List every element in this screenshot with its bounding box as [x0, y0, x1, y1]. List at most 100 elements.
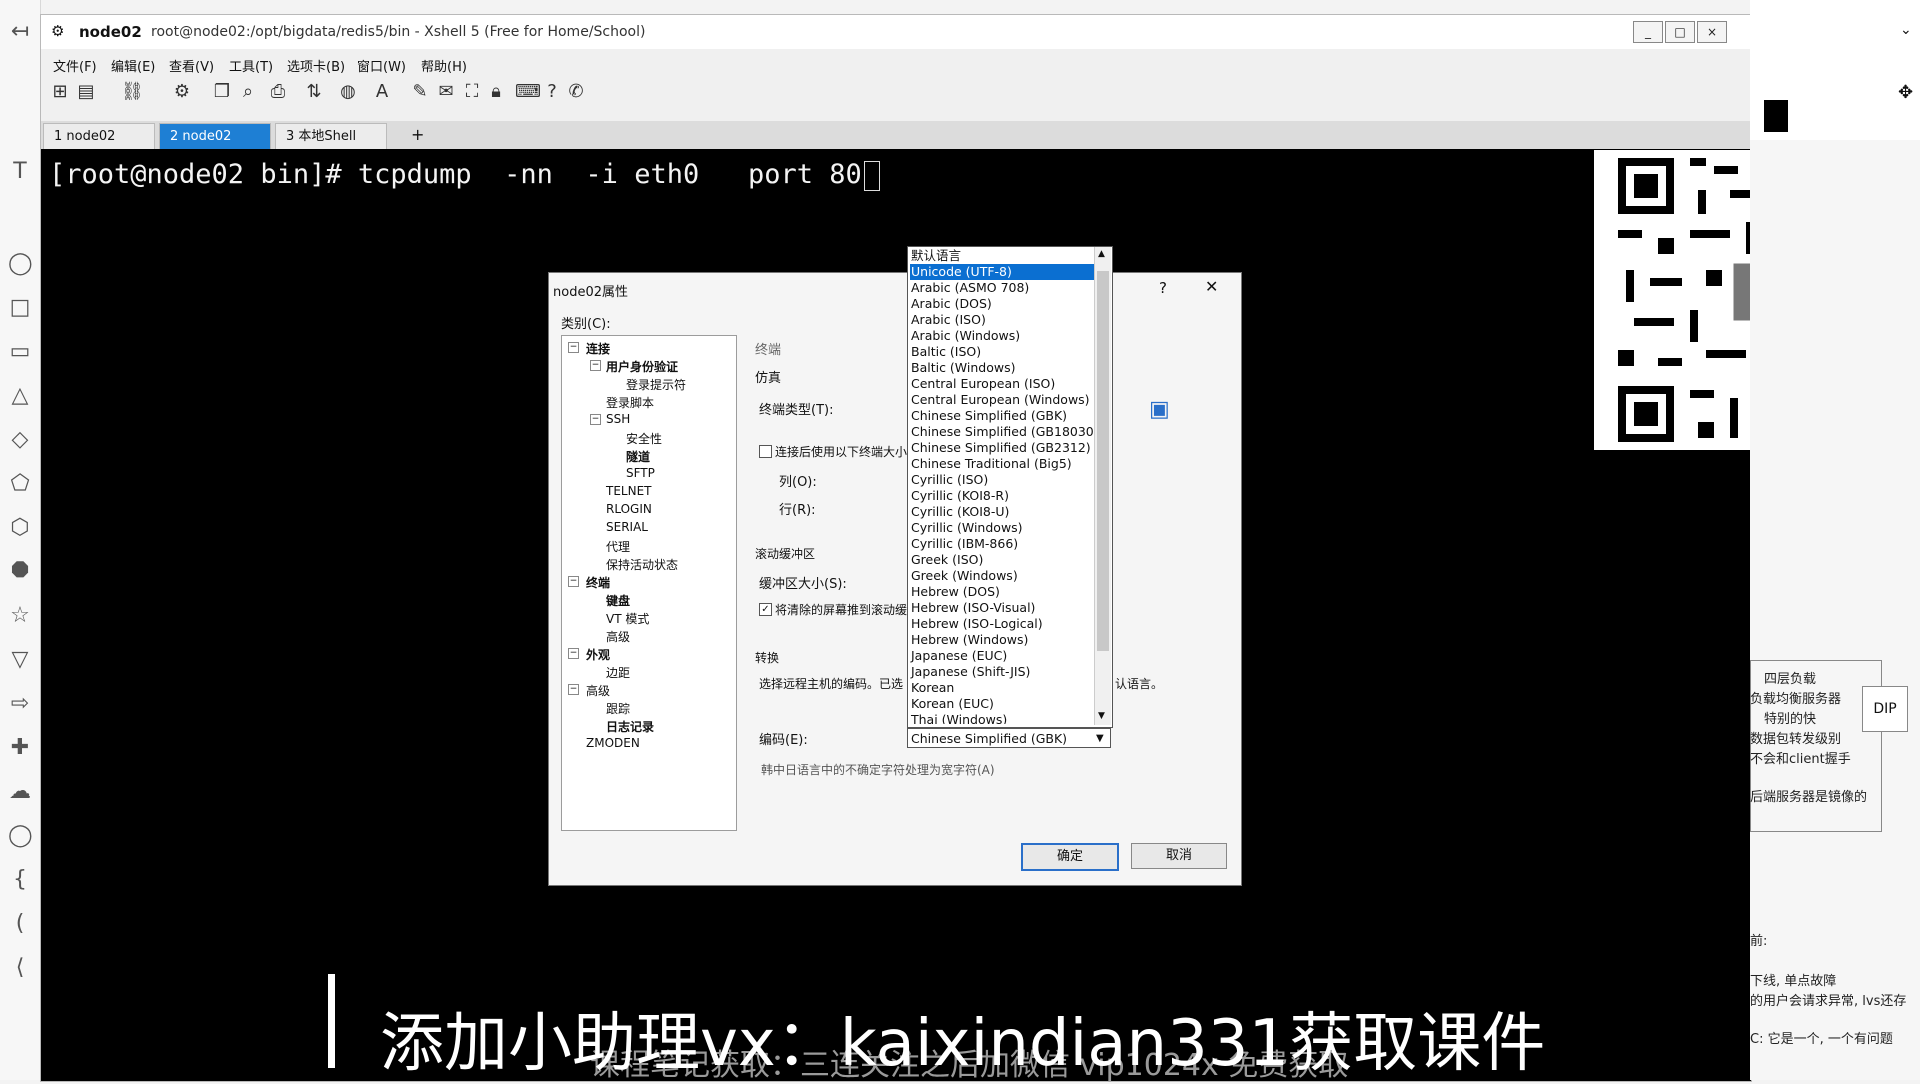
encoding-option[interactable]: Japanese (EUC) [910, 648, 1097, 664]
tree-item-trace[interactable]: 跟踪 [606, 700, 630, 717]
triangle-tool-icon[interactable]: △ [8, 384, 32, 408]
terminal-settings-icon[interactable]: ▣ [1149, 397, 1173, 425]
encoding-option[interactable]: Unicode (UTF-8) [910, 264, 1097, 280]
copy-icon[interactable]: ❐ [211, 81, 233, 103]
encoding-option[interactable]: Hebrew (Windows) [910, 632, 1097, 648]
tree-item-telnet[interactable]: TELNET [606, 484, 652, 498]
scroll-down-icon[interactable]: ▼ [1098, 711, 1105, 721]
add-tab-button[interactable]: + [411, 125, 424, 144]
encoding-combobox[interactable]: Chinese Simplified (GBK) ▼ [907, 728, 1111, 748]
encoding-option[interactable]: Chinese Traditional (Big5) [910, 456, 1097, 472]
minimize-button[interactable]: _ [1633, 21, 1663, 43]
menu-file[interactable]: 文件(F) [53, 56, 97, 75]
crosshair-icon[interactable]: ✥ [1898, 82, 1913, 103]
dialog-close-button[interactable]: ✕ [1205, 277, 1218, 296]
encoding-option[interactable]: Arabic (ASMO 708) [910, 280, 1097, 296]
transfer-icon[interactable]: ⇅ [303, 81, 325, 103]
octagon-tool-icon[interactable]: ⯃ [8, 560, 32, 584]
encoding-option[interactable]: Cyrillic (IBM-866) [910, 536, 1097, 552]
tree-item-zmodem[interactable]: ZMODEN [586, 736, 640, 750]
globe-icon[interactable]: ◍ [337, 81, 359, 103]
tree-item-vt-mode[interactable]: VT 模式 [606, 610, 649, 627]
lock-icon[interactable]: 🔒︎ [485, 81, 507, 103]
bubble-tool-icon[interactable]: ◯ [8, 824, 33, 848]
paren-tool-icon[interactable]: ( [8, 912, 32, 936]
tree-item-sftp[interactable]: SFTP [626, 466, 655, 480]
tree-item-auth[interactable]: 用户身份验证 [606, 358, 678, 375]
maximize-button[interactable]: □ [1665, 21, 1695, 43]
compose-icon[interactable]: ✉ [435, 81, 457, 103]
tree-item-login-prompt[interactable]: 登录提示符 [626, 376, 686, 393]
encoding-option[interactable]: Hebrew (ISO-Logical) [910, 616, 1097, 632]
encoding-dropdown-list[interactable]: 默认语言 Unicode (UTF-8) Arabic (ASMO 708) A… [907, 246, 1113, 728]
shield-tool-icon[interactable]: ▽ [8, 648, 32, 672]
back-arrow-icon[interactable]: ↤ [8, 20, 32, 44]
encoding-option[interactable]: Arabic (Windows) [910, 328, 1097, 344]
menu-tools[interactable]: 工具(T) [229, 56, 273, 75]
encoding-option[interactable]: Korean [910, 680, 1097, 696]
arrow-tool-icon[interactable]: ⇨ [8, 692, 32, 716]
encoding-option[interactable]: Baltic (ISO) [910, 344, 1097, 360]
bracket-tool-icon[interactable]: ⟨ [8, 956, 32, 980]
tree-item-proxy[interactable]: 代理 [606, 538, 630, 555]
tree-item-keyboard[interactable]: 键盘 [606, 592, 630, 609]
tree-item-connection[interactable]: 连接 [586, 340, 610, 357]
close-window-button[interactable]: × [1697, 21, 1727, 43]
scrollbar-thumb[interactable] [1097, 271, 1109, 651]
encoding-option[interactable]: Korean (EUC) [910, 696, 1097, 712]
brace-tool-icon[interactable]: { [8, 868, 32, 892]
script-icon[interactable]: ✎ [409, 81, 431, 103]
encoding-option[interactable]: Hebrew (DOS) [910, 584, 1097, 600]
tree-item-advanced[interactable]: 高级 [586, 682, 610, 699]
settings-icon[interactable]: ⚙ [51, 22, 69, 40]
keyboard-icon[interactable]: ⌨ [515, 81, 541, 103]
menu-help[interactable]: 帮助(H) [421, 56, 467, 75]
tree-item-appearance[interactable]: 外观 [586, 646, 610, 663]
menu-window[interactable]: 窗口(W) [357, 56, 406, 75]
properties-icon[interactable]: ⚙ [171, 81, 193, 103]
tree-item-login-script[interactable]: 登录脚本 [606, 394, 654, 411]
star-tool-icon[interactable]: ☆ [8, 604, 32, 628]
resize-checkbox[interactable] [759, 445, 772, 458]
tree-item-security[interactable]: 安全性 [626, 430, 662, 447]
menu-view[interactable]: 查看(V) [169, 56, 214, 75]
tree-item-tunnel[interactable]: 隧道 [626, 448, 650, 465]
tree-toggle-auth[interactable]: − [590, 360, 601, 371]
help-icon[interactable]: ? [541, 81, 563, 103]
encoding-option[interactable]: Cyrillic (KOI8-U) [910, 504, 1097, 520]
push-screen-checkbox[interactable]: ✓ [759, 603, 772, 616]
encoding-option[interactable]: Arabic (ISO) [910, 312, 1097, 328]
cancel-button[interactable]: 取消 [1131, 843, 1227, 869]
tree-item-rlogin[interactable]: RLOGIN [606, 502, 652, 516]
fullscreen-icon[interactable]: ⛶ [461, 81, 483, 103]
encoding-option[interactable]: Chinese Simplified (GB18030) [910, 424, 1099, 440]
chat-icon[interactable]: ✆ [565, 81, 587, 103]
encoding-option[interactable]: Japanese (Shift-JIS) [910, 664, 1097, 680]
square-tool-icon[interactable]: □ [8, 296, 32, 320]
encoding-option[interactable]: Central European (ISO) [910, 376, 1097, 392]
diamond-tool-icon[interactable]: ◇ [8, 428, 32, 452]
encoding-option[interactable]: Central European (Windows) [910, 392, 1097, 408]
encoding-option[interactable]: Chinese Simplified (GB2312) [910, 440, 1097, 456]
find-icon[interactable]: ⌕ [237, 81, 259, 103]
link-icon[interactable]: ⛓ [121, 81, 144, 103]
tree-item-ssh[interactable]: SSH [606, 412, 630, 426]
encoding-option[interactable]: Thai (Windows) [910, 712, 1097, 724]
tree-item-logging[interactable]: 日志记录 [606, 718, 654, 735]
tree-item-margins[interactable]: 边距 [606, 664, 630, 681]
encoding-option[interactable]: Greek (ISO) [910, 552, 1097, 568]
font-icon[interactable]: A [371, 81, 393, 103]
tree-toggle-ssh[interactable]: − [590, 414, 601, 425]
ok-button[interactable]: 确定 [1021, 843, 1119, 871]
tree-toggle-connection[interactable]: − [568, 342, 579, 353]
text-tool-icon[interactable]: T [8, 160, 32, 184]
chevron-down-icon[interactable]: ▼ [1096, 729, 1104, 749]
menu-edit[interactable]: 编辑(E) [111, 56, 155, 75]
cjk-wide-option[interactable]: 韩中日语言中的不确定字符处理为宽字符(A) [761, 761, 995, 778]
encoding-option[interactable]: Cyrillic (Windows) [910, 520, 1097, 536]
tab-3[interactable]: 3 本地Shell [275, 123, 387, 149]
tree-toggle-advanced[interactable]: − [568, 684, 579, 695]
encoding-option[interactable]: Baltic (Windows) [910, 360, 1097, 376]
cross-tool-icon[interactable]: ✚ [8, 736, 32, 760]
scroll-up-icon[interactable]: ▲ [1098, 249, 1105, 259]
